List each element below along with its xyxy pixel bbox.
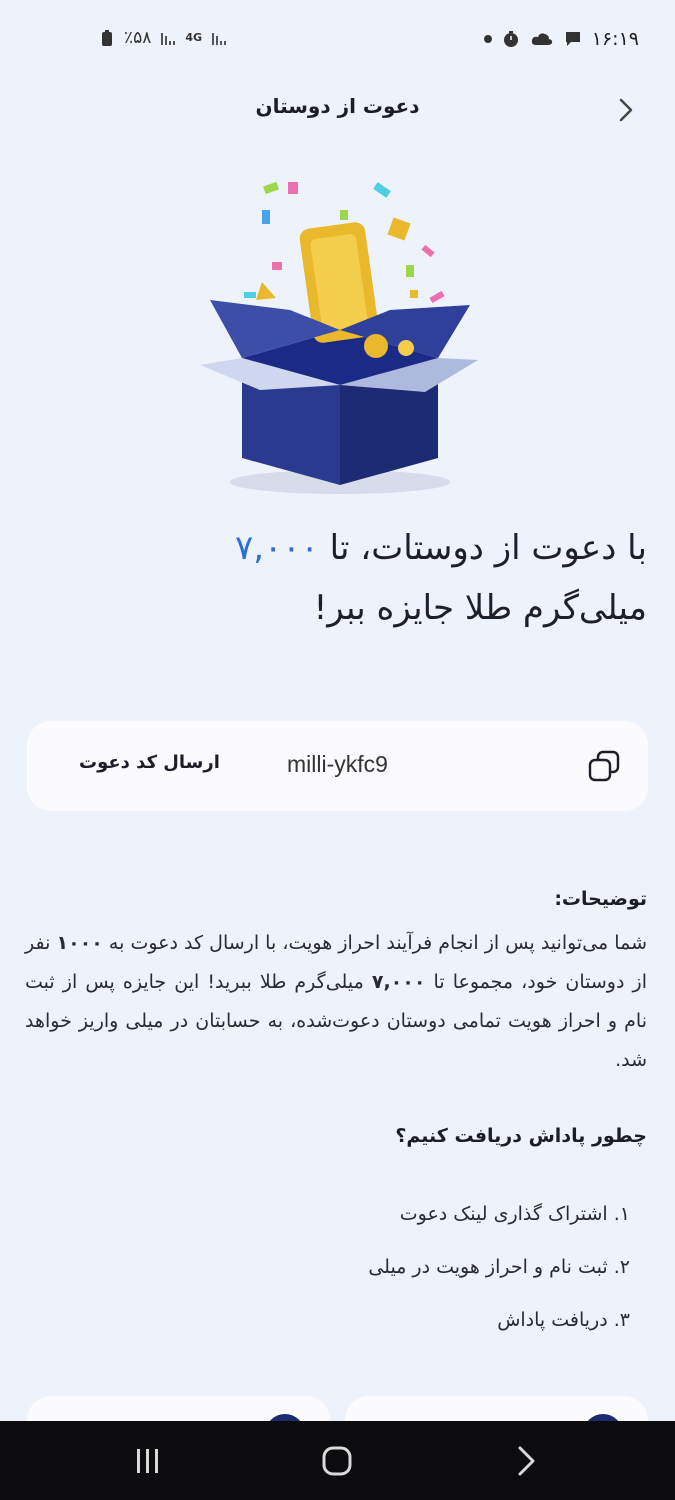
description-title: توضیحات: xyxy=(554,888,647,910)
clock: ۱۶:۱۹ xyxy=(591,28,639,50)
status-left: ٪۵۸ 4G xyxy=(98,28,228,48)
network-type: 4G xyxy=(185,31,203,44)
system-nav-bar xyxy=(0,1421,675,1500)
signal-icon-2 xyxy=(212,33,227,45)
headline-amount: ۷,۰۰۰ xyxy=(234,528,319,568)
headline-line-2: میلی‌گرم طلا جایزه ببر! xyxy=(313,588,647,628)
page-header: دعوت از دوستان xyxy=(0,80,675,140)
battery-icon xyxy=(102,30,112,46)
status-bar: ٪۵۸ 4G ۱۶:۱۹ xyxy=(0,0,675,80)
steps-list: ۱. اشتراک گذاری لینک دعوت ۲. ثبت نام و ا… xyxy=(368,1188,630,1347)
cloud-icon xyxy=(531,33,552,45)
battery-percent: ٪۵۸ xyxy=(124,28,152,48)
how-to-title: چطور پاداش دریافت کنیم؟ xyxy=(395,1125,647,1147)
headline-line-1: با دعوت از دوستات، تا ۷,۰۰۰ xyxy=(27,518,647,578)
page-title: دعوت از دوستان xyxy=(255,94,420,118)
chevron-right-icon[interactable] xyxy=(615,96,639,124)
description-amount: ۷,۰۰۰ xyxy=(371,971,426,993)
step-item: ۱. اشتراک گذاری لینک دعوت xyxy=(399,1203,630,1225)
description-count: ۱۰۰۰ xyxy=(56,932,103,954)
send-invite-code-button[interactable]: ارسال کد دعوت xyxy=(79,752,220,773)
description-body: شما می‌توانید پس از انجام فرآیند احراز ه… xyxy=(25,924,647,1080)
recent-apps-icon[interactable] xyxy=(130,1443,166,1479)
back-icon[interactable] xyxy=(508,1443,544,1479)
home-icon[interactable] xyxy=(319,1443,355,1479)
headline: با دعوت از دوستات، تا ۷,۰۰۰ میلی‌گرم طلا… xyxy=(27,518,647,638)
step-item: ۲. ثبت نام و احراز هویت در میلی xyxy=(368,1256,630,1278)
step-item: ۳. دریافت پاداش xyxy=(497,1309,630,1331)
gift-box-illustration xyxy=(200,181,478,494)
headline-prefix: با دعوت از دوستات، تا xyxy=(318,528,647,568)
status-right: ۱۶:۱۹ xyxy=(483,28,639,50)
message-icon xyxy=(565,32,580,46)
invite-code-card: milli-ykfc9 ارسال کد دعوت xyxy=(27,721,648,811)
description-part-1: شما می‌توانید پس از انجام فرآیند احراز ه… xyxy=(102,932,647,954)
dot-icon xyxy=(483,35,492,43)
timer-icon xyxy=(503,31,518,47)
signal-icon xyxy=(161,33,176,45)
